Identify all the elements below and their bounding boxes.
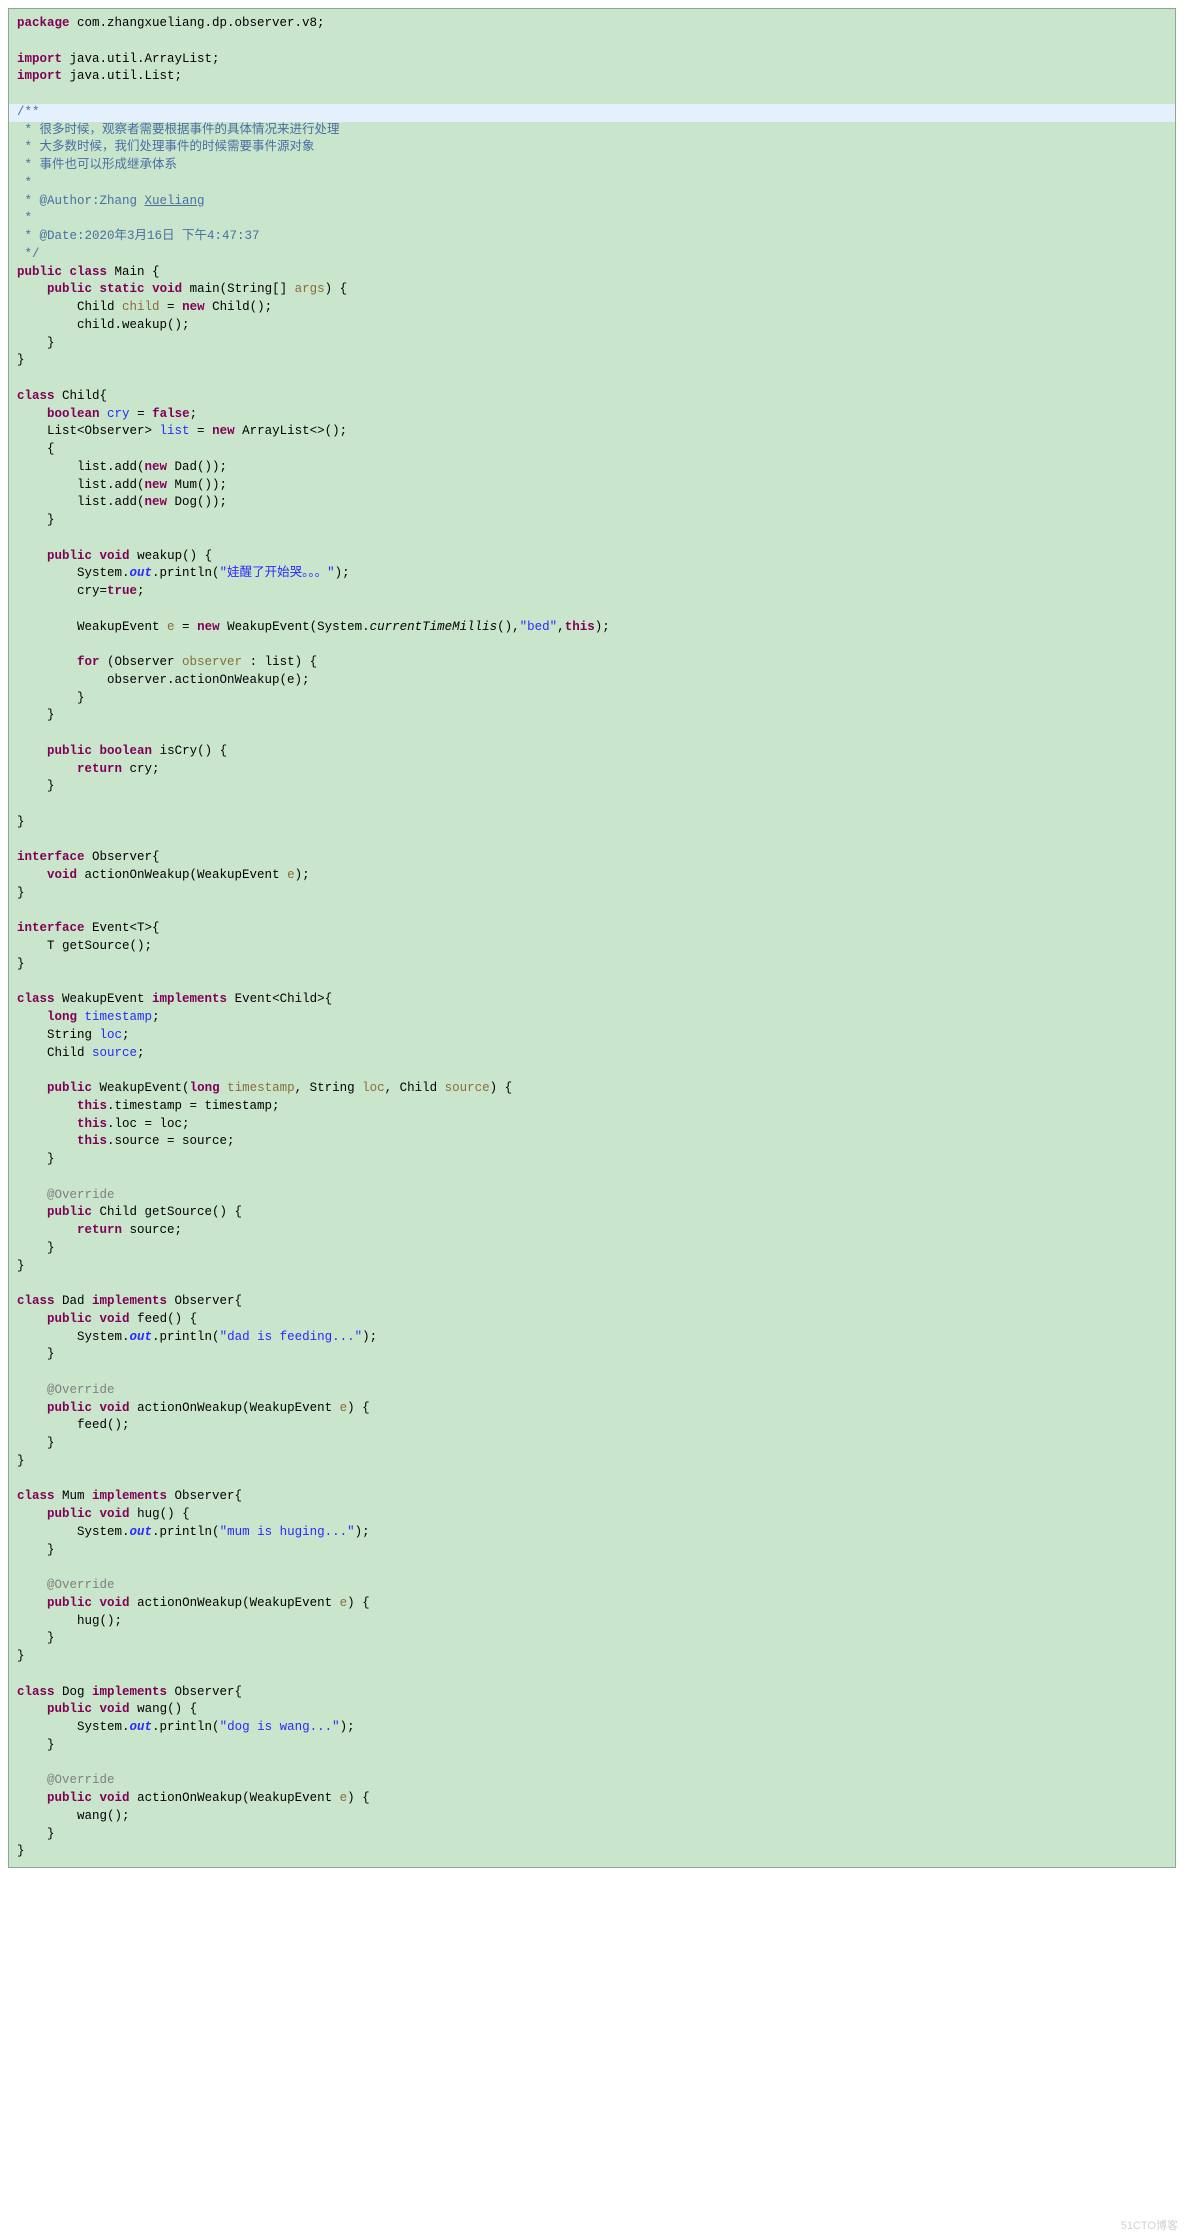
interface-observer: Observer{ (85, 850, 160, 864)
javadoc-author: * @Author:Zhang (17, 194, 145, 208)
import-1: java.util.ArrayList; (62, 52, 220, 66)
code-block: package com.zhangxueliang.dp.observer.v8… (8, 8, 1176, 1868)
pkg-name: com.zhangxueliang.dp.observer.v8; (70, 16, 325, 30)
class-main: Main { (107, 265, 160, 279)
interface-event: Event<T>{ (85, 921, 160, 935)
javadoc-open: /** (17, 105, 40, 119)
kw-public: public (17, 265, 62, 279)
javadoc-line: * (17, 211, 40, 225)
kw-package: package (17, 16, 70, 30)
javadoc-line: * (17, 176, 40, 190)
javadoc-line: * 大多数时候，我们处理事件的时候需要事件源对象 (17, 140, 315, 154)
annotation-override: @Override (47, 1188, 115, 1202)
javadoc-line: * 事件也可以形成继承体系 (17, 158, 177, 172)
import-2: java.util.List; (62, 69, 182, 83)
kw-import: import (17, 52, 62, 66)
class-child: Child{ (55, 389, 108, 403)
javadoc-date: * @Date:2020年3月16日 下午4:47:37 (17, 229, 260, 243)
javadoc-line: * 很多时候，观察者需要根据事件的具体情况来进行处理 (17, 123, 340, 137)
javadoc-close: */ (17, 247, 40, 261)
javadoc-author-link: Xueliang (145, 194, 205, 208)
kw-class: class (70, 265, 108, 279)
watermark: 51CTO博客 (1121, 2217, 1178, 2233)
kw-import: import (17, 69, 62, 83)
